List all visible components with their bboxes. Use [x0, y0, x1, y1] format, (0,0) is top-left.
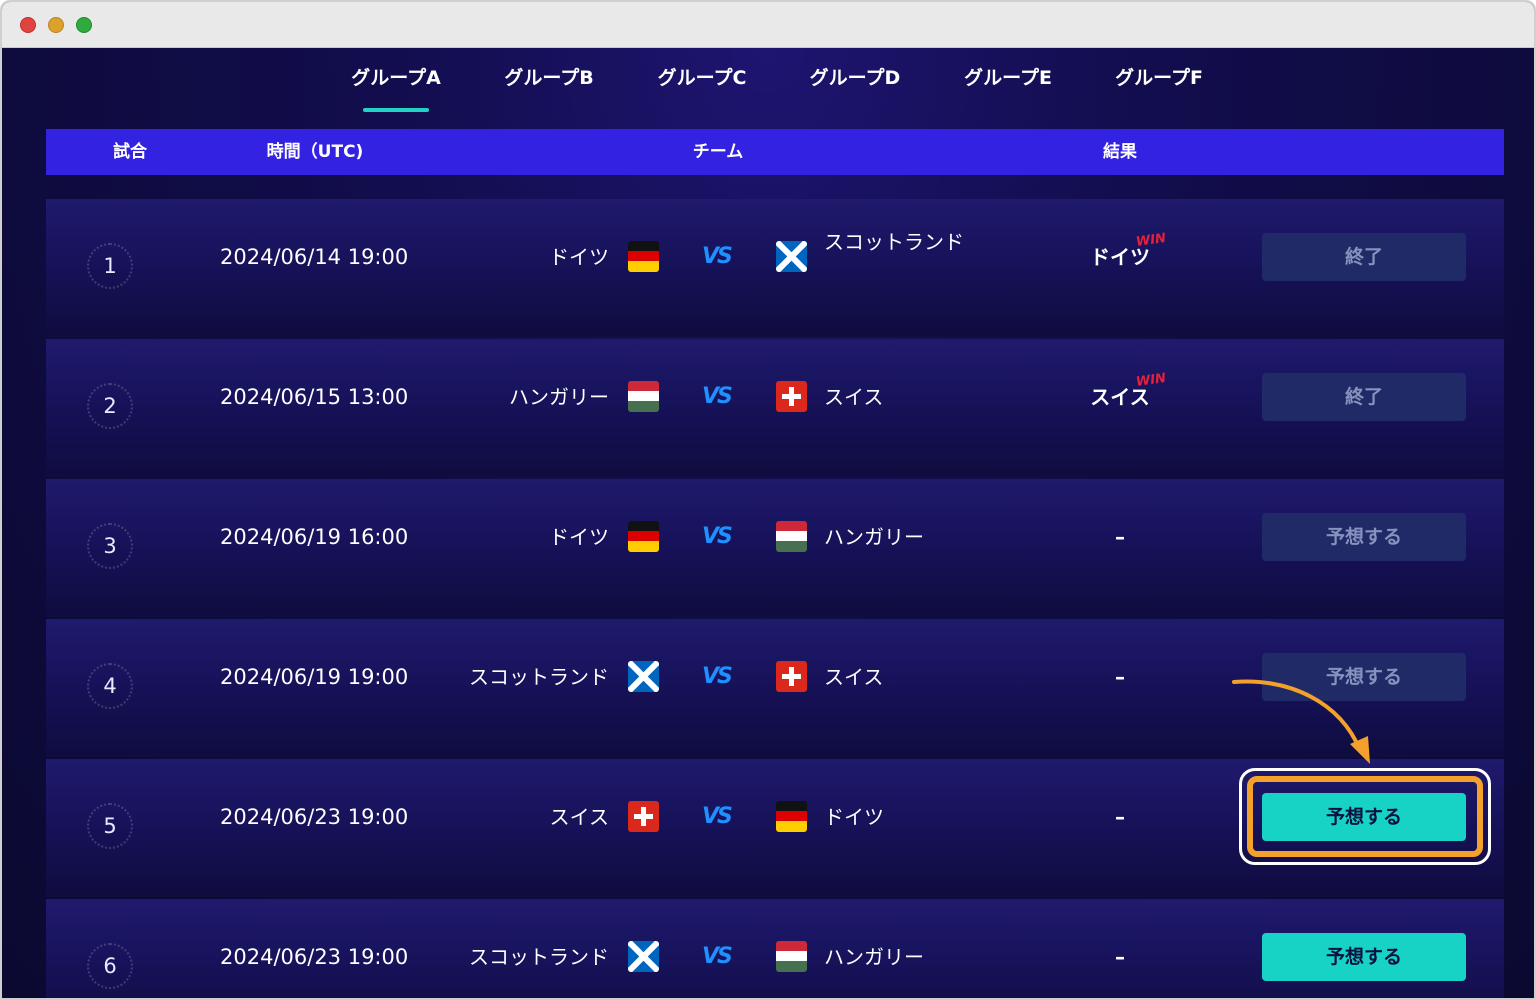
away-flag-icon — [776, 521, 807, 552]
result-text: – — [1115, 945, 1125, 969]
home-team-name: ハンガリー — [509, 385, 609, 409]
main-content: グループA グループB グループC グループD グループE グループF 試合 時… — [2, 48, 1534, 998]
match-time: 2024/06/19 19:00 — [220, 665, 409, 689]
highlight-frame — [1239, 768, 1491, 865]
vs-label: VS — [702, 804, 733, 829]
arrow-icon — [1232, 679, 1370, 764]
match-time: 2024/06/19 16:00 — [220, 525, 409, 549]
finished-button[interactable]: 終了 — [1262, 373, 1466, 421]
away-flag-icon — [776, 801, 807, 832]
tab-group-d[interactable]: グループD — [790, 62, 920, 112]
tab-group-b[interactable]: グループB — [484, 62, 614, 112]
match-row: 6 2024/06/23 19:00 スコットランド VS ハンガリー – 予想… — [46, 899, 1504, 998]
home-team-name: スコットランド — [469, 665, 609, 689]
away-team-name: スコットランド — [824, 230, 964, 254]
away-flag-icon — [776, 381, 807, 412]
away-team-name: スイス — [824, 385, 884, 409]
match-time: 2024/06/23 19:00 — [220, 945, 409, 969]
home-team-name: スコットランド — [469, 945, 609, 969]
home-flag-icon — [628, 661, 659, 692]
match-number: 1 — [87, 243, 133, 289]
minimize-window-button[interactable] — [48, 17, 64, 33]
result-text: – — [1115, 805, 1125, 829]
vs-label: VS — [702, 944, 733, 969]
match-number: 3 — [87, 523, 133, 569]
header-result: 結果 — [1103, 142, 1137, 162]
home-flag-icon — [628, 241, 659, 272]
match-time: 2024/06/15 13:00 — [220, 385, 409, 409]
header-match: 試合 — [113, 142, 147, 162]
vs-label: VS — [702, 384, 733, 409]
win-badge: WIN — [1135, 370, 1167, 391]
table-header: 試合 時間（UTC) チーム 結果 — [46, 129, 1504, 175]
predict-button[interactable]: 予想する — [1262, 933, 1466, 981]
close-window-button[interactable] — [20, 17, 36, 33]
group-tabs: グループA グループB グループC グループD グループE グループF — [2, 62, 1534, 112]
home-flag-icon — [628, 521, 659, 552]
home-flag-icon — [628, 381, 659, 412]
away-team-name: ドイツ — [824, 805, 884, 829]
maximize-window-button[interactable] — [76, 17, 92, 33]
win-badge: WIN — [1135, 230, 1167, 251]
predict-button[interactable]: 予想する — [1262, 513, 1466, 561]
header-time: 時間（UTC) — [266, 142, 364, 162]
match-row: 2 2024/06/15 13:00 ハンガリー VS スイス スイス WIN … — [46, 339, 1504, 477]
tab-group-c[interactable]: グループC — [637, 62, 767, 112]
away-team-name: ハンガリー — [824, 525, 924, 549]
vs-label: VS — [702, 664, 733, 689]
tab-group-e[interactable]: グループE — [943, 62, 1073, 112]
tab-group-f[interactable]: グループF — [1094, 62, 1224, 112]
away-team-name: スイス — [824, 665, 884, 689]
home-team-name: ドイツ — [549, 525, 609, 549]
vs-label: VS — [702, 524, 733, 549]
finished-button[interactable]: 終了 — [1262, 233, 1466, 281]
home-team-name: ドイツ — [549, 245, 609, 269]
match-number: 6 — [87, 943, 133, 989]
match-number: 2 — [87, 383, 133, 429]
away-flag-icon — [776, 661, 807, 692]
away-flag-icon — [776, 941, 807, 972]
vs-label: VS — [702, 244, 733, 269]
away-team-name: ハンガリー — [824, 945, 924, 969]
away-flag-icon — [776, 241, 807, 272]
match-number: 5 — [87, 803, 133, 849]
title-bar — [2, 2, 1534, 48]
match-number: 4 — [87, 663, 133, 709]
tab-group-a[interactable]: グループA — [331, 62, 461, 112]
home-flag-icon — [628, 801, 659, 832]
app-window: グループA グループB グループC グループD グループE グループF 試合 時… — [0, 0, 1536, 1000]
match-time: 2024/06/23 19:00 — [220, 805, 409, 829]
match-row: 3 2024/06/19 16:00 ドイツ VS ハンガリー – 予想する — [46, 479, 1504, 617]
result-text: スイス — [1090, 385, 1150, 409]
match-row: 1 2024/06/14 19:00 ドイツ VS スコットランド ドイツ WI… — [46, 199, 1504, 337]
header-team: チーム — [692, 142, 744, 162]
home-flag-icon — [628, 941, 659, 972]
result-text: – — [1115, 665, 1125, 689]
home-team-name: スイス — [549, 805, 609, 829]
result-text: ドイツ — [1090, 245, 1150, 269]
result-text: – — [1115, 525, 1125, 549]
match-time: 2024/06/14 19:00 — [220, 245, 409, 269]
